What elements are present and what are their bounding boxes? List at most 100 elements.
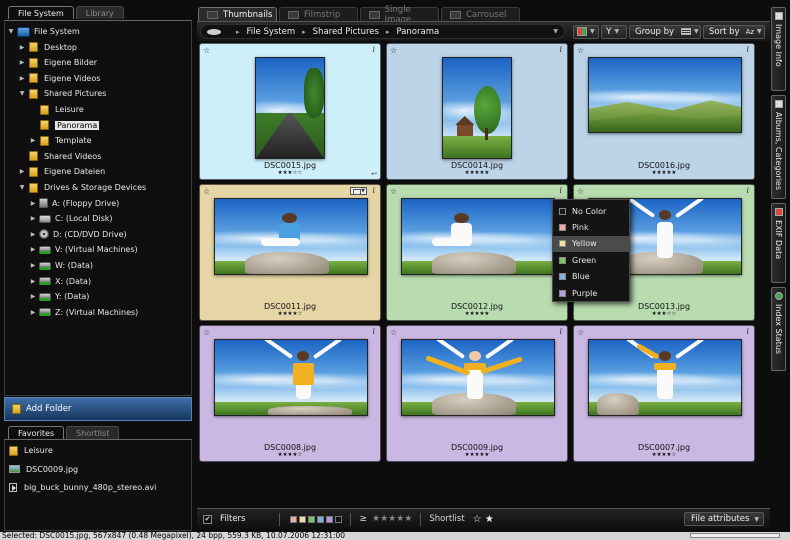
sort-by-button[interactable]: Sort by Az ▼	[703, 24, 765, 39]
favorite-item[interactable]: big_buck_bunny_480p_stereo.avi	[9, 480, 156, 495]
tree-item[interactable]: ▶ Desktop	[18, 40, 77, 55]
thumbnail-image[interactable]	[401, 198, 555, 275]
shortlist-star-icon[interactable]: ☆	[577, 328, 584, 337]
expand-arrow-icon[interactable]: ▶	[29, 137, 37, 144]
thumbnail-image[interactable]	[401, 339, 555, 416]
color-filter-swatch[interactable]	[317, 515, 325, 523]
thumbnail-rating[interactable]: ★★★★☆	[200, 311, 380, 317]
thumbnail-rating[interactable]: ★★★★★	[387, 452, 567, 458]
color-menu-item[interactable]: No Color	[553, 203, 629, 219]
thumbnail-image[interactable]	[588, 57, 742, 133]
shortlist-star-icon[interactable]: ☆	[577, 187, 584, 196]
tab-thumbnails[interactable]: Thumbnails	[198, 7, 277, 21]
info-icon[interactable]: i	[559, 45, 562, 54]
breadcrumb-item-panorama[interactable]: Panorama	[396, 27, 439, 37]
info-icon[interactable]: i	[746, 327, 749, 336]
tree-item[interactable]: Shared Videos	[18, 149, 101, 164]
color-filter-swatch[interactable]	[308, 515, 316, 523]
breadcrumb[interactable]: ▸ File System ▸ Shared Pictures ▸ Panora…	[200, 24, 565, 39]
rating-filter-stars[interactable]: ★★★★★	[372, 514, 412, 524]
tree-item[interactable]: Panorama	[29, 118, 100, 133]
thumbnail-card[interactable]: ☆ i DSC0008.jpg ★★★★☆	[199, 325, 381, 462]
color-menu-item[interactable]: Blue	[553, 269, 629, 285]
shortlist-star-icon[interactable]: ☆	[203, 187, 210, 196]
thumbnail-card[interactable]: ☆ i DSC0016.jpg ★★★★★	[573, 43, 755, 180]
thumbnail-card[interactable]: ☆ i DSC0012.jpg ★★★★★	[386, 184, 568, 321]
expand-arrow-icon[interactable]: ▶	[29, 246, 37, 253]
info-icon[interactable]: i	[746, 45, 749, 54]
thumbnail-image[interactable]	[588, 339, 742, 416]
tree-item[interactable]: Leisure	[29, 102, 84, 117]
rotate-icon[interactable]: ↩	[371, 170, 377, 178]
color-menu-item[interactable]: Green	[553, 252, 629, 268]
tab-filmstrip[interactable]: Filmstrip	[279, 7, 358, 21]
thumbnail-rating[interactable]: ★★★☆☆	[200, 170, 380, 176]
color-label-dropdown[interactable]: ▼	[350, 187, 367, 195]
expand-arrow-icon[interactable]: ▶	[29, 278, 37, 285]
thumbnail-rating[interactable]: ★★★★☆	[200, 452, 380, 458]
expand-arrow-icon[interactable]: ▶	[18, 44, 26, 51]
color-menu-item[interactable]: Pink	[553, 219, 629, 235]
breadcrumb-dropdown-icon[interactable]: ▼	[553, 28, 558, 35]
info-icon[interactable]: i	[372, 45, 375, 54]
tab-albums-categories[interactable]: Albums, Categories	[771, 95, 786, 199]
collapse-arrow-icon[interactable]: ▼	[18, 184, 26, 191]
shortlist-star-icon[interactable]: ☆	[390, 328, 397, 337]
tree-item[interactable]: ▶ A: (Floppy Drive)	[29, 196, 119, 211]
tree-item[interactable]: ▶ X: (Data)	[29, 274, 91, 289]
tab-library[interactable]: Library	[75, 6, 124, 19]
expand-arrow-icon[interactable]: ▶	[29, 309, 37, 316]
collapse-arrow-icon[interactable]: ▼	[18, 90, 26, 97]
filter-button[interactable]: Y ▼	[601, 24, 627, 39]
add-folder-button[interactable]: Add Folder	[4, 397, 192, 421]
shortlist-star-icon[interactable]: ☆	[203, 46, 210, 55]
tab-favorites[interactable]: Favorites	[8, 426, 65, 439]
tab-exif-data[interactable]: EXIF Data	[771, 203, 786, 283]
thumbnail-rating[interactable]: ★★★★★	[387, 311, 567, 317]
favorite-item[interactable]: DSC0009.jpg	[9, 462, 78, 477]
thumbnail-image[interactable]	[442, 57, 512, 159]
color-filter-swatch[interactable]	[335, 515, 343, 523]
tab-single-image[interactable]: Single Image	[360, 5, 439, 25]
shortlist-star-icon[interactable]: ☆	[577, 46, 584, 55]
thumbnail-rating[interactable]: ★★★★★	[574, 170, 754, 176]
favorite-item[interactable]: Leisure	[9, 443, 53, 458]
collapse-arrow-icon[interactable]: ▼	[7, 28, 15, 35]
info-icon[interactable]: i	[372, 186, 375, 195]
rating-operator[interactable]: ≥	[359, 514, 367, 524]
info-icon[interactable]: i	[559, 186, 562, 195]
tab-file-system[interactable]: File System	[8, 6, 74, 19]
thumbnail-image[interactable]	[255, 57, 325, 159]
color-filter-swatch[interactable]	[290, 515, 298, 523]
expand-arrow-icon[interactable]: ▶	[29, 293, 37, 300]
thumbnail-card[interactable]: ☆ i DSC0009.jpg ★★★★★	[386, 325, 568, 462]
color-menu-item[interactable]: Yellow	[553, 235, 629, 253]
breadcrumb-item-shared-pictures[interactable]: Shared Pictures	[313, 27, 379, 37]
tab-index-status[interactable]: Index Status	[771, 287, 786, 371]
tree-item[interactable]: ▶ Eigene Videos	[18, 71, 100, 86]
thumbnail-image[interactable]	[214, 339, 368, 416]
tree-item[interactable]: ▶ Z: (Virtual Machines)	[29, 305, 139, 320]
thumbnail-image[interactable]	[214, 198, 368, 275]
expand-arrow-icon[interactable]: ▶	[29, 231, 37, 238]
tab-shortlist[interactable]: Shortlist	[66, 426, 120, 439]
tree-item[interactable]: ▼ Shared Pictures	[18, 86, 106, 101]
expand-arrow-icon[interactable]: ▶	[18, 168, 26, 175]
info-icon[interactable]: i	[372, 327, 375, 336]
tab-image-info[interactable]: Image Info	[771, 7, 786, 91]
folder-tree[interactable]: ▼ File System ▶ Desktop ▶ Eigene Bilder ▶ Eigen…	[4, 20, 192, 396]
tree-item[interactable]: ▶ C: (Local Disk)	[29, 211, 113, 226]
tree-item[interactable]: ▶ Eigene Bilder	[18, 55, 97, 70]
expand-arrow-icon[interactable]: ▶	[29, 262, 37, 269]
file-attributes-button[interactable]: File attributes ▼	[684, 512, 764, 526]
shortlist-star-icon[interactable]: ☆	[390, 46, 397, 55]
expand-arrow-icon[interactable]: ▶	[29, 200, 37, 207]
tree-item[interactable]: ▶ V: (Virtual Machines)	[29, 242, 138, 257]
filters-checkbox[interactable]: ✔	[203, 514, 212, 524]
tree-item[interactable]: ▶ Y: (Data)	[29, 289, 90, 304]
thumbnail-card[interactable]: ☆ i DSC0007.jpg ★★★★☆	[573, 325, 755, 462]
thumbnail-rating[interactable]: ★★★☆☆	[574, 311, 754, 317]
color-filter-swatch[interactable]	[299, 515, 307, 523]
color-label-button[interactable]: ▼	[573, 24, 599, 39]
tree-item[interactable]: ▶ W: (Data)	[29, 258, 93, 273]
